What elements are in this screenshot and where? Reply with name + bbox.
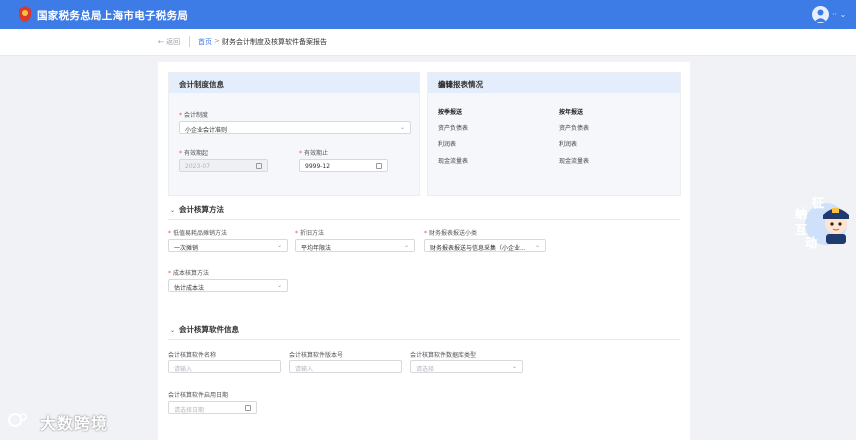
site-title: 国家税务总局上海市电子税务局 bbox=[37, 10, 189, 22]
interaction-mascot-button[interactable]: 征 纳 互 动 bbox=[790, 193, 852, 251]
software-db-select[interactable]: 请选择 ⌄ bbox=[410, 360, 523, 373]
cost-method-label: * 成本核算方法 bbox=[168, 270, 210, 277]
software-version-input[interactable]: 请输入 bbox=[289, 360, 402, 373]
annual-report-item: 利润表 bbox=[559, 141, 578, 148]
software-section-header[interactable]: ⌄ 会计核算软件信息 bbox=[170, 324, 239, 335]
software-version-label: 会计核算软件版本号 bbox=[289, 352, 344, 359]
quarterly-report-item: 现金流量表 bbox=[438, 158, 469, 165]
back-button[interactable]: ← 返回 bbox=[158, 37, 180, 47]
required-mark: * bbox=[168, 270, 171, 277]
software-name-input[interactable]: 请输入 bbox=[168, 360, 281, 373]
mascot-char: 征 bbox=[812, 195, 824, 210]
accounting-system-select[interactable]: 小企业会计准则 ⌄ bbox=[179, 121, 411, 134]
software-db-label: 会计核算软件数据库类型 bbox=[410, 352, 477, 359]
low-value-select[interactable]: 一次摊销 ⌄ bbox=[168, 239, 288, 252]
section-divider bbox=[168, 219, 680, 220]
breadcrumb-separator: > bbox=[214, 37, 220, 45]
chevron-down-icon: ⌄ bbox=[403, 242, 409, 249]
software-date-label: 会计核算软件启用日期 bbox=[168, 392, 229, 399]
report-category-select[interactable]: 财务报表报送与信息采集（小企业... ⌄ bbox=[424, 239, 546, 252]
required-mark: * bbox=[179, 112, 182, 119]
report-category-label: * 财务报表报送小类 bbox=[424, 230, 478, 237]
mascot-char: 纳 bbox=[795, 206, 807, 221]
required-mark: * bbox=[299, 150, 302, 157]
required-mark: * bbox=[179, 150, 182, 157]
end-date-label: * 有效期止 bbox=[299, 150, 329, 157]
start-date-field: 2023-07 bbox=[179, 159, 268, 172]
cost-method-select[interactable]: 估计成本法 ⌄ bbox=[168, 279, 288, 292]
accounting-system-card: 会计制度信息 * 会计制度 小企业会计准则 ⌄ * 有效期起 2023-07 * 有效… bbox=[168, 72, 420, 196]
breadcrumb-current: 财务会计制度及核算软件备案报告 bbox=[222, 38, 327, 46]
quarterly-report-item: 资产负债表 bbox=[438, 125, 469, 132]
calendar-icon bbox=[256, 163, 262, 169]
methods-section-header[interactable]: ⌄ 会计核算方法 bbox=[170, 204, 224, 215]
annual-heading: 按年报送 bbox=[559, 109, 584, 116]
depreciation-select[interactable]: 平均年限法 ⌄ bbox=[295, 239, 415, 252]
reports-card: 会计报表情况 编辑 按季报送 按年报送 资产负债表 利润表 现金流量表 资产负债… bbox=[427, 72, 681, 196]
breadcrumb-home-link[interactable]: 首页 bbox=[198, 37, 212, 47]
chevron-down-icon: ⌄ bbox=[511, 363, 517, 370]
user-menu-button[interactable]: ·· ⌄ bbox=[832, 10, 846, 19]
top-header-bar: 国家税务总局上海市电子税务局 ·· ⌄ bbox=[0, 0, 856, 29]
card-header: 会计制度信息 bbox=[169, 73, 419, 93]
mascot-char: 动 bbox=[805, 236, 817, 250]
chevron-down-icon: ⌄ bbox=[399, 124, 405, 131]
card-header: 会计报表情况 编辑 bbox=[428, 73, 680, 93]
end-date-field[interactable]: 9999-12 bbox=[299, 159, 388, 172]
required-mark: * bbox=[168, 230, 171, 237]
quarterly-report-item: 利润表 bbox=[438, 141, 457, 148]
tax-emblem-icon bbox=[19, 6, 31, 22]
user-avatar-icon[interactable] bbox=[812, 6, 829, 23]
breadcrumb: ← 返回 首页 > 财务会计制度及核算软件备案报告 bbox=[0, 29, 856, 56]
edit-link[interactable]: 编辑 bbox=[438, 79, 672, 90]
required-mark: * bbox=[424, 230, 427, 237]
calendar-icon bbox=[245, 405, 251, 411]
watermark-text: 大数跨境 bbox=[40, 414, 109, 433]
annual-report-item: 资产负债表 bbox=[559, 125, 590, 132]
breadcrumb-divider bbox=[189, 36, 190, 47]
calendar-icon bbox=[376, 163, 382, 169]
mascot-char: 互 bbox=[795, 223, 807, 237]
system-label: * 会计制度 bbox=[179, 112, 209, 119]
chevron-down-icon: ⌄ bbox=[534, 242, 540, 249]
software-date-field[interactable]: 请选择日期 bbox=[168, 401, 257, 414]
low-value-label: * 低值易耗品摊销方法 bbox=[168, 230, 228, 237]
chevron-down-icon: ⌄ bbox=[276, 242, 282, 249]
start-date-label: * 有效期起 bbox=[179, 150, 209, 157]
chevron-down-icon: ⌄ bbox=[276, 282, 282, 289]
chevron-down-icon: ⌄ bbox=[170, 207, 176, 214]
main-form-panel: 会计制度信息 * 会计制度 小企业会计准则 ⌄ * 有效期起 2023-07 * 有效… bbox=[158, 62, 690, 440]
required-mark: * bbox=[295, 230, 298, 237]
chevron-down-icon: ⌄ bbox=[170, 327, 176, 334]
depreciation-label: * 折旧方法 bbox=[295, 230, 325, 237]
annual-report-item: 现金流量表 bbox=[559, 158, 590, 165]
software-name-label: 会计核算软件名称 bbox=[168, 352, 217, 359]
watermark-logo-icon bbox=[8, 413, 27, 427]
quarterly-heading: 按季报送 bbox=[438, 109, 463, 116]
card-title: 会计制度信息 bbox=[179, 80, 224, 89]
section-divider bbox=[168, 339, 680, 340]
